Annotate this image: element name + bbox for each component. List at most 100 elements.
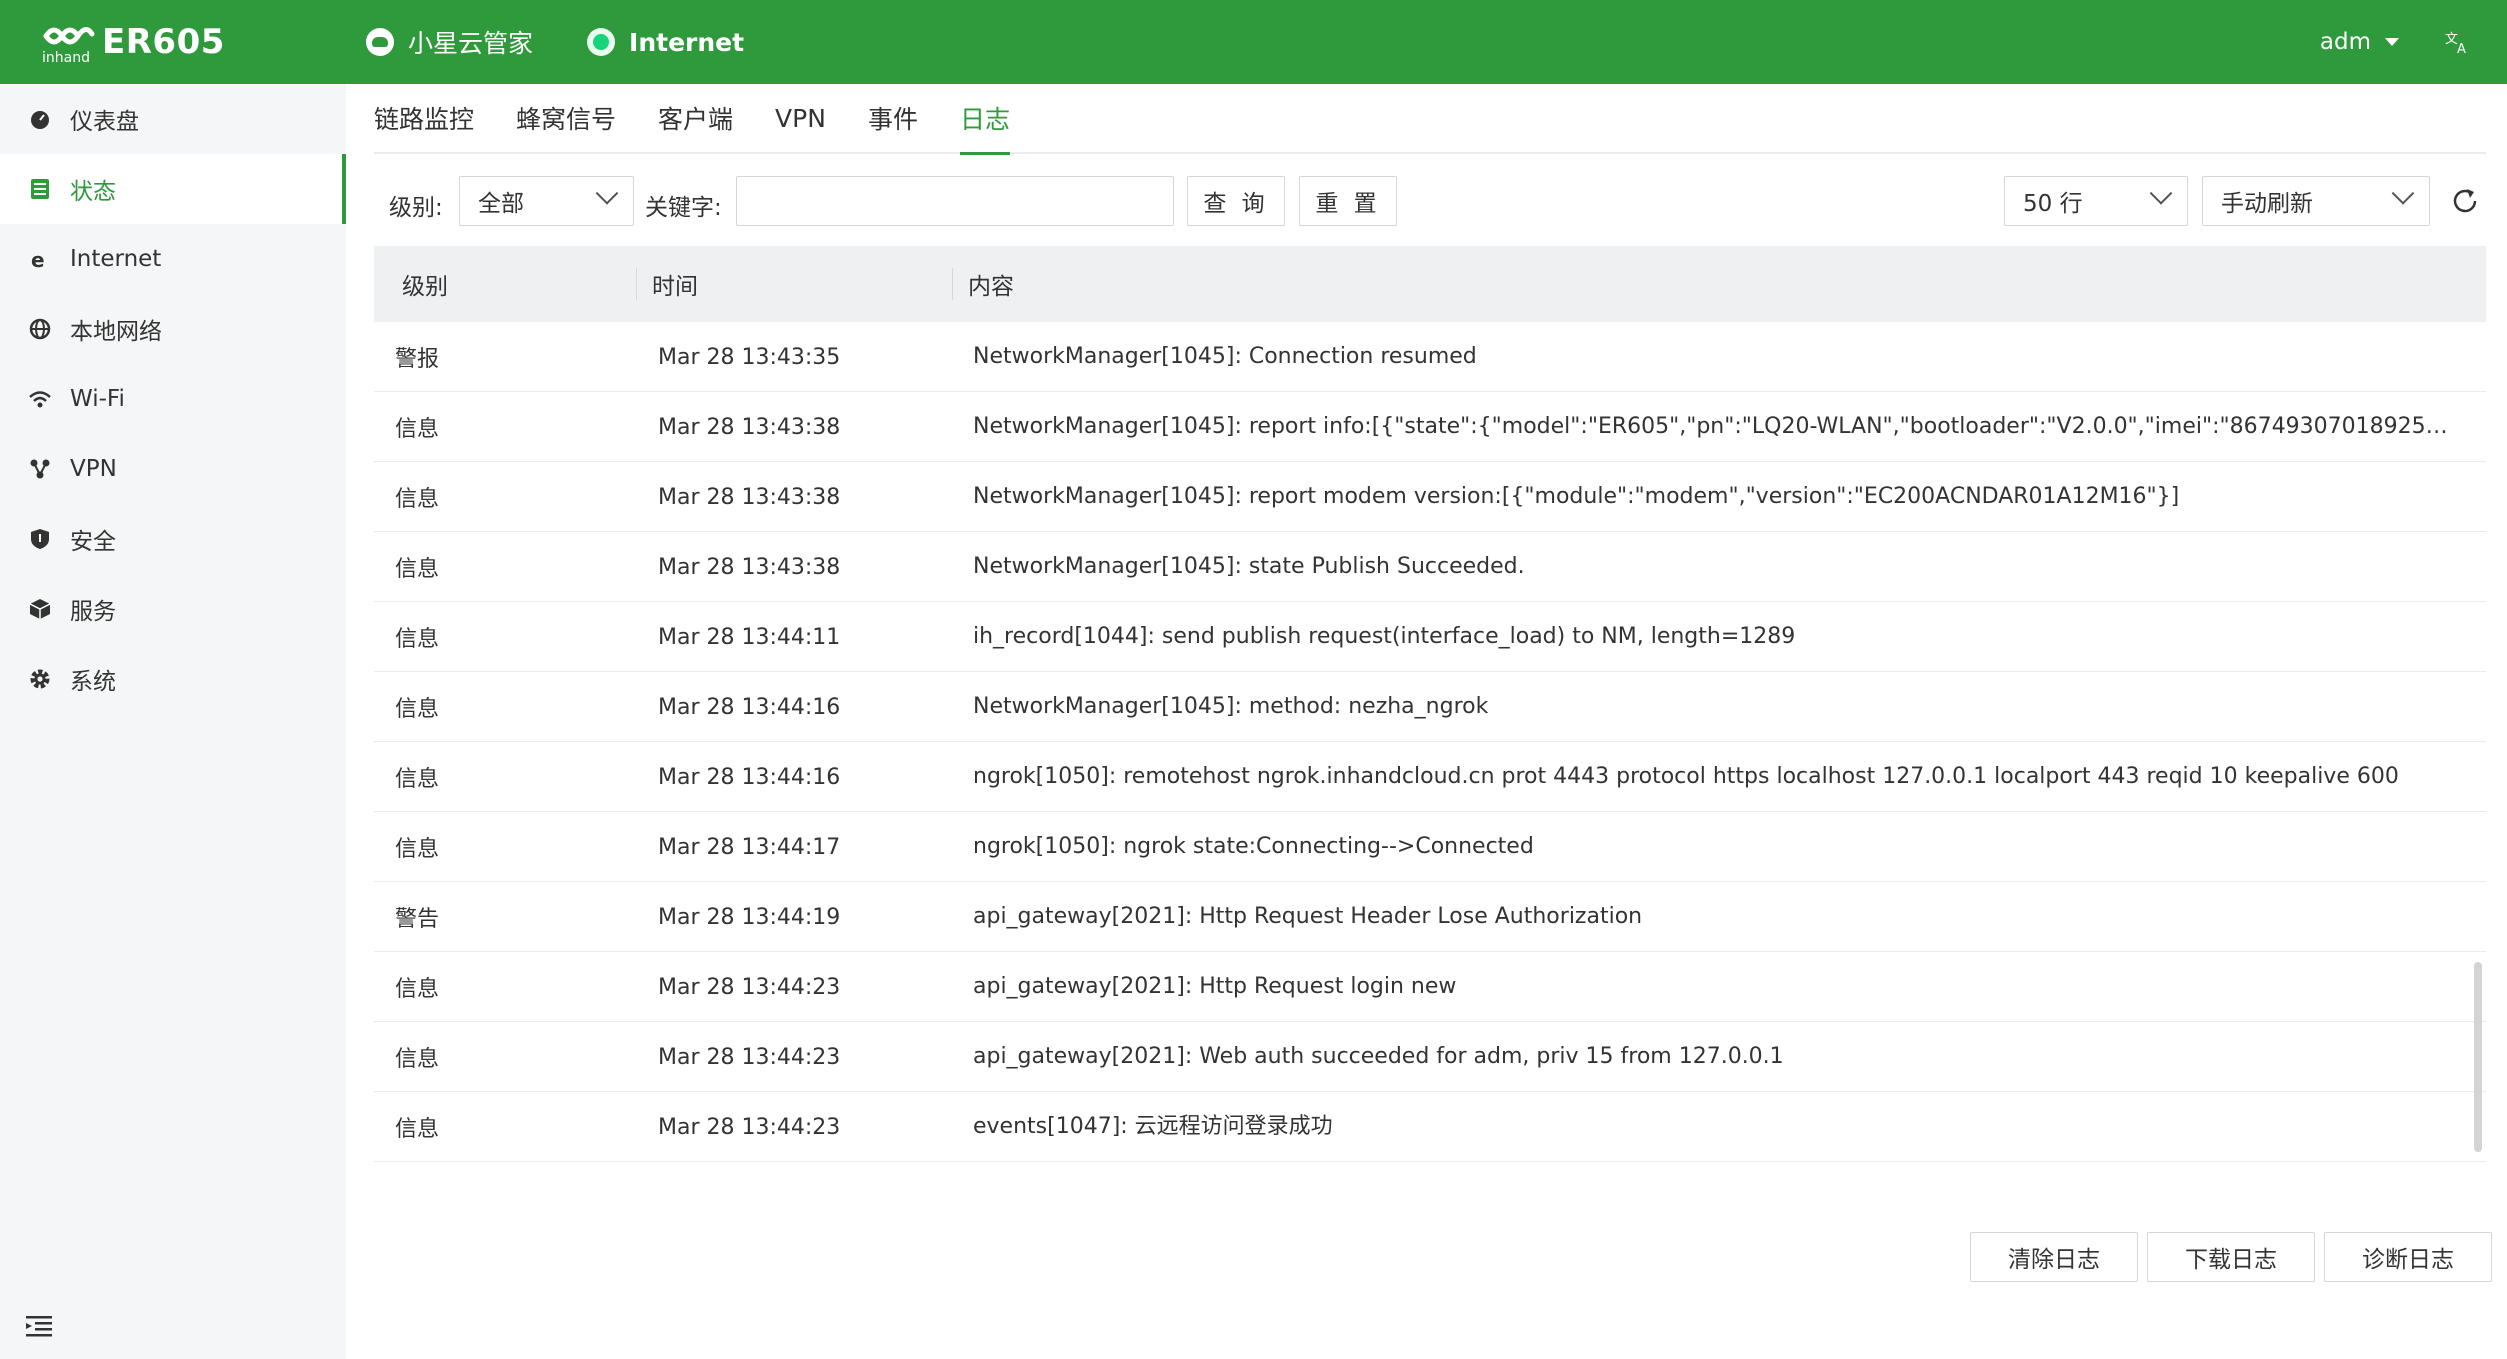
- cell-level: 信息: [395, 1117, 440, 1142]
- svg-text:inhand: inhand: [42, 50, 90, 66]
- cell-level: 信息: [395, 767, 440, 792]
- diagnose-logs-button[interactable]: 诊断日志: [2324, 1232, 2492, 1282]
- cell-time: Mar 28 13:43:35: [658, 344, 841, 370]
- chevron-down-icon: [2391, 182, 2415, 205]
- internet-label: Internet: [629, 27, 745, 57]
- sidebar-item-internet[interactable]: e Internet: [0, 224, 346, 294]
- table-row: 信息 Mar 28 13:44:23 api_gateway[2021]: We…: [374, 1022, 2486, 1092]
- tab-vpn[interactable]: VPN: [775, 83, 826, 153]
- logo: inhand ER605: [40, 18, 340, 66]
- log-filter-bar: 级别: 全部 关键字: 查 询 重 置 50 行 手动刷新: [374, 176, 2506, 226]
- username: adm: [2319, 29, 2371, 55]
- gear-icon: [26, 665, 54, 693]
- dashboard-icon: [26, 105, 54, 133]
- cell-content: NetworkManager[1045]: state Publish Succ…: [973, 554, 1525, 579]
- sidebar-item-label: 仪表盘: [70, 109, 139, 135]
- sidebar-item-security[interactable]: 安全: [0, 504, 346, 574]
- top-header: inhand ER605 小星云管家 Internet adm 文 A: [0, 0, 2507, 84]
- cell-level: 信息: [395, 557, 440, 582]
- cell-time: Mar 28 13:44:11: [658, 624, 841, 650]
- reset-button[interactable]: 重 置: [1299, 176, 1397, 226]
- cell-time: Mar 28 13:44:23: [658, 1044, 841, 1070]
- status-tabs: 链路监控 蜂窝信号 客户端 VPN 事件 日志: [374, 83, 2486, 155]
- cell-level: 信息: [395, 627, 440, 652]
- refresh-mode-select[interactable]: 手动刷新: [2202, 176, 2430, 226]
- cell-time: Mar 28 13:44:23: [658, 1114, 841, 1140]
- table-scrollbar[interactable]: [2468, 322, 2486, 1162]
- rows-per-page-value: 50 行: [2023, 191, 2083, 217]
- internet-status-dot-icon: [587, 28, 616, 56]
- log-actions: 清除日志 下载日志 诊断日志: [346, 1232, 2507, 1284]
- cell-time: Mar 28 13:44:16: [658, 764, 841, 790]
- globe-icon: [26, 315, 54, 343]
- sidebar-item-label: Internet: [70, 246, 162, 272]
- sidebar-item-label: 安全: [70, 529, 116, 555]
- product-name: ER605: [102, 22, 225, 62]
- cell-content: NetworkManager[1045]: report info:[{"sta…: [973, 414, 2453, 439]
- scrollbar-thumb[interactable]: [2474, 962, 2482, 1152]
- refresh-mode-value: 手动刷新: [2221, 191, 2313, 217]
- refresh-icon[interactable]: [2450, 186, 2480, 216]
- main-content: 链路监控 蜂窝信号 客户端 VPN 事件 日志 级别: 全部 关键字: 查 询 …: [346, 84, 2507, 1359]
- clear-logs-button[interactable]: 清除日志: [1970, 1232, 2138, 1282]
- collapse-menu-icon[interactable]: [26, 1315, 52, 1337]
- table-row: 警告 Mar 28 13:44:19 api_gateway[2021]: Ht…: [374, 882, 2486, 952]
- user-menu[interactable]: adm: [2320, 29, 2399, 55]
- table-row: 信息 Mar 28 13:44:11 ih_record[1044]: send…: [374, 602, 2486, 672]
- sidebar-item-dashboard[interactable]: 仪表盘: [0, 84, 346, 154]
- sidebar-item-local-network[interactable]: 本地网络: [0, 294, 346, 364]
- wifi-icon: [26, 385, 54, 413]
- chevron-down-icon: [2149, 182, 2173, 205]
- level-select[interactable]: 全部: [459, 176, 634, 226]
- cell-level: 信息: [395, 487, 440, 512]
- sidebar-item-label: 系统: [70, 669, 116, 695]
- shield-icon: [26, 525, 54, 553]
- cube-icon: [26, 595, 54, 623]
- table-row: 信息 Mar 28 13:43:38 NetworkManager[1045]:…: [374, 392, 2486, 462]
- sidebar-item-label: Wi-Fi: [70, 386, 125, 412]
- cell-content: ngrok[1050]: ngrok state:Connecting-->Co…: [973, 834, 1534, 859]
- cell-content: ih_record[1044]: send publish request(in…: [973, 624, 1796, 649]
- cell-content: NetworkManager[1045]: Connection resumed: [973, 344, 1477, 369]
- cell-level: 信息: [395, 977, 440, 1002]
- table-row: 信息 Mar 28 13:44:16 NetworkManager[1045]:…: [374, 672, 2486, 742]
- translate-icon[interactable]: 文 A: [2445, 29, 2471, 55]
- cell-content: ngrok[1050]: remotehost ngrok.inhandclou…: [973, 764, 2399, 789]
- sidebar-item-wifi[interactable]: Wi-Fi: [0, 364, 346, 434]
- download-logs-button[interactable]: 下载日志: [2147, 1232, 2315, 1282]
- status-icon: [26, 175, 54, 203]
- keyword-input[interactable]: [736, 176, 1174, 226]
- sidebar-item-status[interactable]: 状态: [0, 154, 346, 224]
- table-row: 信息 Mar 28 13:43:38 NetworkManager[1045]:…: [374, 532, 2486, 602]
- table-body: 警报 Mar 28 13:43:35 NetworkManager[1045]:…: [374, 322, 2486, 1162]
- sidebar-item-label: 本地网络: [70, 319, 162, 345]
- rows-per-page-select[interactable]: 50 行: [2004, 176, 2188, 226]
- internet-status[interactable]: Internet: [587, 28, 744, 57]
- caret-down-icon: [2385, 38, 2399, 46]
- tab-events[interactable]: 事件: [868, 83, 918, 153]
- sidebar-item-vpn[interactable]: VPN: [0, 434, 346, 504]
- tab-clients[interactable]: 客户端: [658, 83, 733, 153]
- vpn-icon: [26, 455, 54, 483]
- tab-cellular-signal[interactable]: 蜂窝信号: [516, 83, 616, 153]
- cell-time: Mar 28 13:43:38: [658, 484, 841, 510]
- cell-content: api_gateway[2021]: Http Request Header L…: [973, 904, 1643, 929]
- tab-logs[interactable]: 日志: [959, 83, 1010, 155]
- sidebar-item-label: 状态: [70, 179, 116, 205]
- chevron-down-icon: [595, 182, 619, 205]
- sidebar-item-services[interactable]: 服务: [0, 574, 346, 644]
- sidebar-item-label: 服务: [70, 599, 116, 625]
- cloud-label: 小星云管家: [408, 29, 534, 58]
- cell-content: events[1047]: 云远程访问登录成功: [973, 1114, 1333, 1139]
- sidebar-item-system[interactable]: 系统: [0, 644, 346, 714]
- cell-level: 警报: [395, 347, 440, 372]
- cell-time: Mar 28 13:44:16: [658, 694, 841, 720]
- sidebar: 仪表盘 状态 e Internet 本地网络 Wi-Fi VPN 安全 服务 系…: [0, 84, 346, 1359]
- cell-level: 警告: [395, 907, 440, 932]
- cloud-status[interactable]: 小星云管家: [366, 24, 533, 60]
- sidebar-item-label: VPN: [70, 456, 117, 482]
- column-header-content: 内容: [952, 246, 1014, 322]
- tab-link-monitor[interactable]: 链路监控: [374, 83, 474, 153]
- table-row: 信息 Mar 28 13:44:23 api_gateway[2021]: Ht…: [374, 952, 2486, 1022]
- query-button[interactable]: 查 询: [1187, 176, 1285, 226]
